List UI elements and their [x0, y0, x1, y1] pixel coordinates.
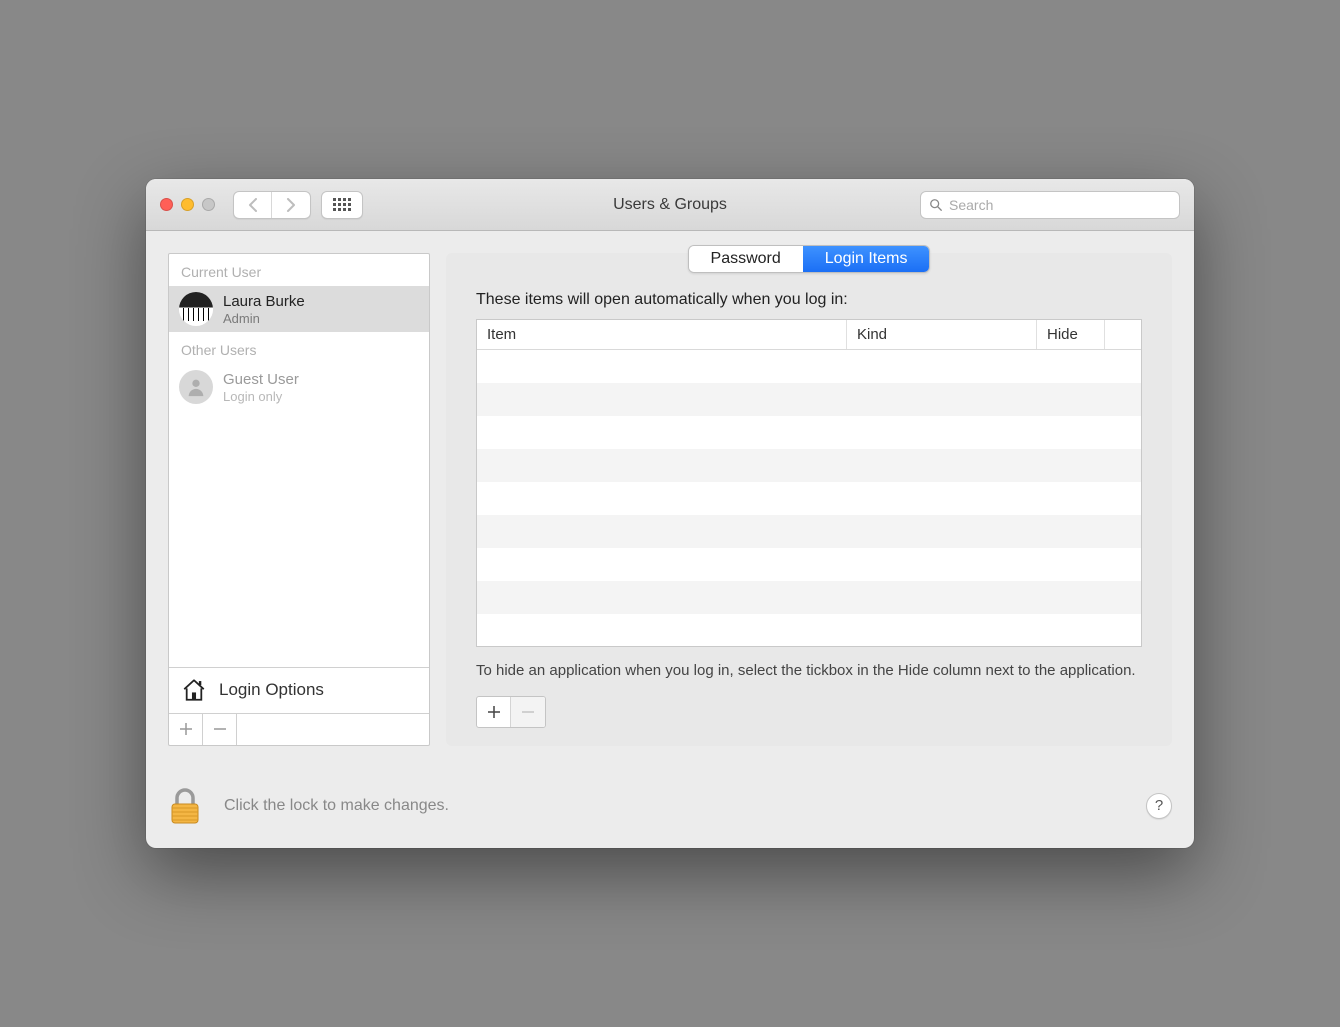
column-header-item[interactable]: Item [477, 320, 847, 349]
person-icon [185, 376, 207, 398]
table-row [477, 548, 1141, 581]
nav-buttons [233, 191, 311, 219]
tab-password[interactable]: Password [689, 246, 803, 272]
zoom-window-button[interactable] [202, 198, 215, 211]
table-body[interactable] [477, 350, 1141, 647]
sidebar-footer [169, 713, 429, 745]
table-row [477, 581, 1141, 614]
window-controls [160, 198, 215, 211]
chevron-right-icon [286, 198, 296, 212]
add-user-button[interactable] [169, 714, 203, 745]
current-user-role: Admin [223, 311, 305, 327]
minimize-window-button[interactable] [181, 198, 194, 211]
login-items-lead-text: These items will open automatically when… [476, 291, 1142, 309]
preferences-window: Users & Groups Current User Laura Burke … [146, 179, 1194, 847]
table-header: Item Kind Hide [477, 320, 1141, 350]
column-header-spacer [1105, 320, 1141, 349]
guest-user-role: Login only [223, 389, 299, 405]
search-field[interactable] [920, 191, 1180, 219]
lock-hint-text: Click the lock to make changes. [224, 797, 449, 815]
window-body: Current User Laura Burke Admin Other Use… [146, 231, 1194, 767]
lock-icon[interactable] [168, 786, 202, 826]
column-header-kind[interactable]: Kind [847, 320, 1037, 349]
search-icon [929, 198, 943, 212]
table-row [477, 614, 1141, 647]
chevron-left-icon [248, 198, 258, 212]
tab-login-items[interactable]: Login Items [803, 246, 930, 272]
user-row-current[interactable]: Laura Burke Admin [169, 286, 429, 332]
login-options-row[interactable]: Login Options [169, 667, 429, 713]
guest-user-info: Guest User Login only [223, 371, 299, 405]
plus-icon [179, 722, 193, 736]
other-users-section-label: Other Users [169, 332, 429, 364]
avatar-guest-user [179, 370, 213, 404]
remove-user-button[interactable] [203, 714, 237, 745]
main-content: These items will open automatically when… [446, 291, 1172, 727]
close-window-button[interactable] [160, 198, 173, 211]
users-sidebar: Current User Laura Burke Admin Other Use… [168, 253, 430, 745]
column-header-hide[interactable]: Hide [1037, 320, 1105, 349]
main-panel: Password Login Items These items will op… [446, 253, 1172, 745]
table-row [477, 515, 1141, 548]
table-row [477, 416, 1141, 449]
remove-login-item-button[interactable] [511, 697, 545, 727]
help-button[interactable]: ? [1146, 793, 1172, 819]
user-row-guest[interactable]: Guest User Login only [169, 364, 429, 410]
grid-icon [333, 198, 351, 211]
table-row [477, 383, 1141, 416]
table-row [477, 350, 1141, 383]
login-items-add-remove [476, 696, 546, 728]
users-list: Current User Laura Burke Admin Other Use… [169, 254, 429, 666]
forward-button[interactable] [272, 192, 310, 218]
segmented-control: Password Login Items [688, 245, 931, 273]
plus-icon [487, 705, 501, 719]
back-button[interactable] [234, 192, 272, 218]
window-title: Users & Groups [613, 196, 727, 214]
titlebar: Users & Groups [146, 179, 1194, 231]
table-row [477, 482, 1141, 515]
house-icon [181, 677, 207, 703]
search-input[interactable] [949, 197, 1171, 213]
avatar-current-user [179, 292, 213, 326]
minus-icon [213, 722, 227, 736]
guest-user-name: Guest User [223, 371, 299, 389]
minus-icon [521, 705, 535, 719]
add-login-item-button[interactable] [477, 697, 511, 727]
table-row [477, 449, 1141, 482]
lock-row: Click the lock to make changes. ? [146, 768, 1194, 848]
current-user-info: Laura Burke Admin [223, 293, 305, 327]
show-all-button[interactable] [321, 191, 363, 219]
current-user-name: Laura Burke [223, 293, 305, 311]
current-user-section-label: Current User [169, 254, 429, 286]
login-options-label: Login Options [219, 680, 324, 700]
tab-bar: Password Login Items [446, 245, 1172, 273]
login-items-table: Item Kind Hide [476, 319, 1142, 647]
hide-hint-text: To hide an application when you log in, … [476, 661, 1142, 681]
